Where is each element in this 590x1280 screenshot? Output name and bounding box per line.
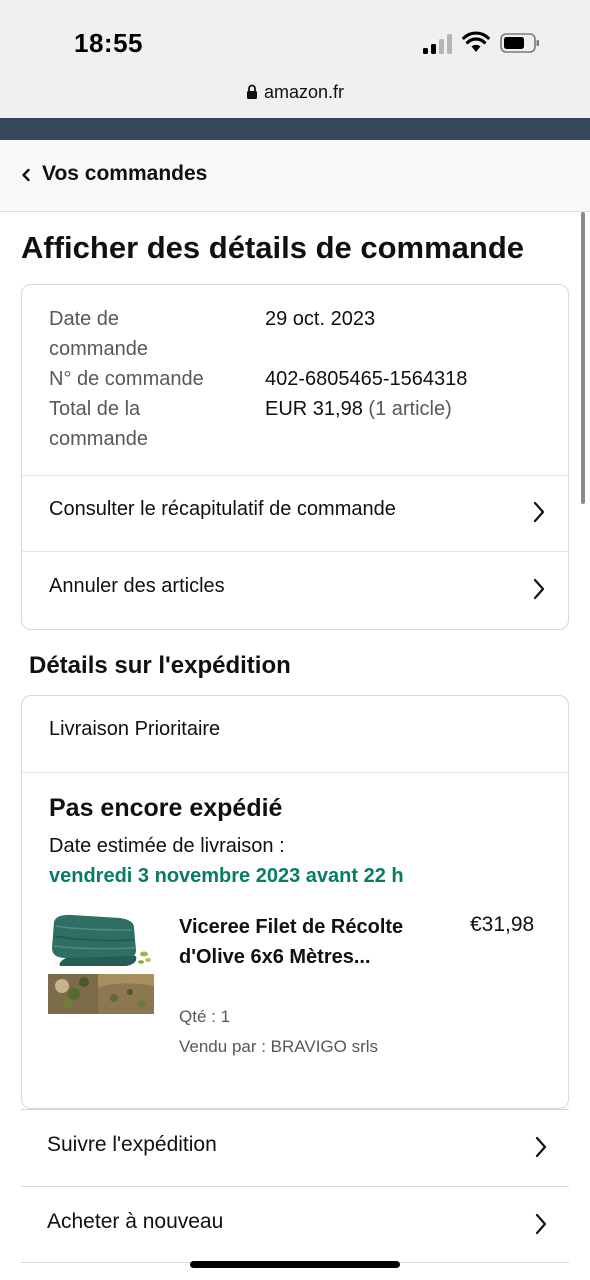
product-quantity: Qté : 1 — [179, 1007, 231, 1026]
eta-date: vendredi 3 novembre 2023 avant 22 h — [49, 865, 404, 887]
shipment-status: Pas encore expédié — [49, 794, 283, 822]
page-title: Afficher des détails de commande — [21, 230, 525, 265]
order-date-value: 29 oct. 2023 — [265, 308, 376, 330]
address-bar[interactable]: amazon.fr — [0, 82, 590, 103]
amazon-nav-strip — [0, 118, 590, 140]
track-package-label: Suivre l'expédition — [47, 1133, 217, 1156]
clock: 18:55 — [74, 28, 143, 58]
product-image[interactable] — [48, 914, 154, 1018]
delivery-type: Livraison Prioritaire — [49, 718, 221, 740]
link-label: Consulter le récapitulatif de commande — [49, 498, 396, 520]
chevron-left-icon — [22, 168, 30, 182]
product-title-link[interactable]: Viceree Filet de Récolte d'Olive 6x6 Mèt… — [179, 912, 439, 972]
track-package-button[interactable]: Suivre l'expédition — [21, 1109, 569, 1186]
chevron-right-icon — [535, 1213, 547, 1235]
order-number-value: 402-6805465-1564318 — [265, 368, 468, 390]
scrollbar[interactable] — [581, 212, 585, 504]
order-date-label: Date de commande — [49, 308, 148, 360]
divider — [22, 772, 568, 773]
product-seller: Vendu par : BRAVIGO srls — [179, 1037, 379, 1056]
shipment-card: Livraison Prioritaire Pas encore expédié… — [21, 695, 569, 1109]
eta-label: Date estimée de livraison : — [49, 835, 285, 857]
view-order-summary-link[interactable]: Consulter le récapitulatif de commande — [22, 475, 568, 551]
order-summary-card: Date de commande 29 oct. 2023 N° de comm… — [21, 284, 569, 630]
lock-icon — [246, 84, 257, 99]
cancel-items-link[interactable]: Annuler des articles — [22, 552, 568, 628]
chevron-right-icon — [533, 501, 545, 523]
order-total-label: Total de la commande — [49, 398, 148, 450]
shipping-section-title: Détails sur l'expédition — [29, 652, 291, 679]
cellular-signal-icon — [423, 34, 453, 54]
order-total-value: EUR 31,98 (1 article) — [265, 394, 452, 424]
order-number-label: N° de commande — [49, 368, 204, 390]
wifi-icon — [462, 31, 490, 52]
chevron-right-icon — [533, 578, 545, 600]
chevron-right-icon — [535, 1136, 547, 1158]
breadcrumb[interactable]: Vos commandes — [0, 140, 590, 212]
link-label: Annuler des articles — [49, 575, 225, 597]
buy-again-label: Acheter à nouveau — [47, 1210, 224, 1233]
order-total-amount: EUR 31,98 — [265, 398, 363, 420]
home-indicator[interactable] — [190, 1261, 400, 1268]
breadcrumb-label[interactable]: Vos commandes — [42, 162, 207, 186]
url-text: amazon.fr — [263, 82, 345, 102]
product-price: €31,98 — [470, 913, 535, 936]
status-bar: 18:55 amazon.fr — [0, 0, 590, 118]
battery-icon — [500, 33, 539, 53]
order-item-count: (1 article) — [368, 398, 452, 420]
buy-again-button[interactable]: Acheter à nouveau — [21, 1186, 569, 1263]
